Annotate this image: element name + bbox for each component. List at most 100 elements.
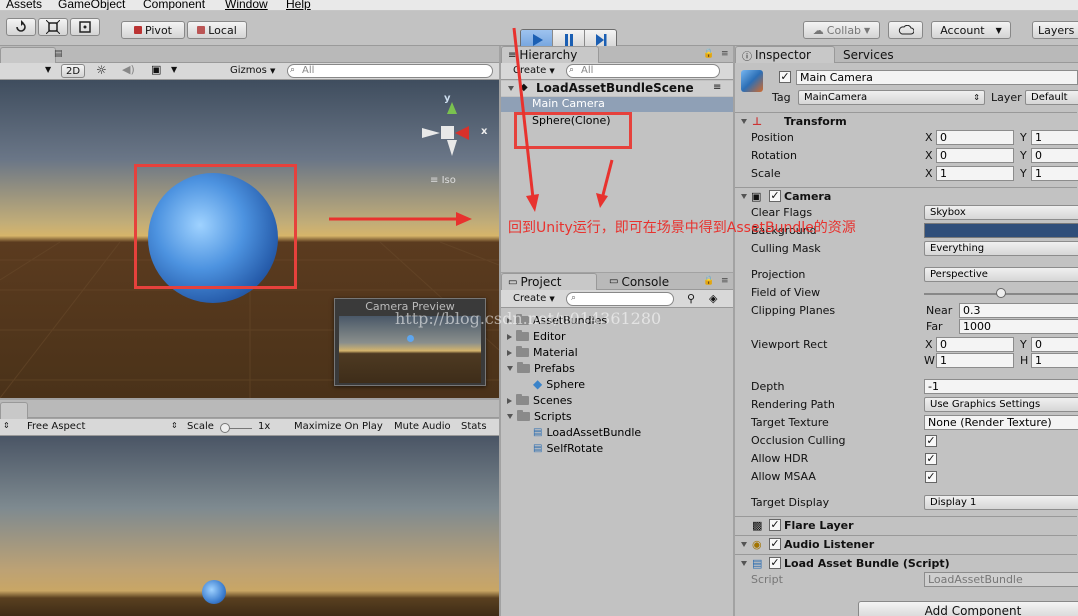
project-item-sphere-prefab[interactable]: ◆ Sphere (533, 377, 585, 392)
fov-slider-handle[interactable] (996, 288, 1006, 298)
project-create-dropdown[interactable]: Create ▼ (513, 293, 555, 304)
tab-scene[interactable] (0, 47, 56, 64)
tab-services[interactable]: Services (837, 46, 907, 63)
add-component-button[interactable]: Add Component (858, 601, 1078, 616)
target-texture-field[interactable]: None (Render Texture) (924, 415, 1078, 430)
local-button[interactable]: Local (187, 21, 247, 39)
transform-header[interactable]: ⊥ Transform (735, 112, 1077, 130)
lock-icon[interactable]: 🔒 (703, 49, 714, 59)
viewport-h-field[interactable]: 1 (1031, 353, 1078, 368)
collab-dropdown[interactable]: ☁ Collab ▼ (803, 21, 880, 39)
clear-flags-dropdown[interactable]: Skybox (924, 205, 1078, 220)
flare-layer-checkbox[interactable]: ✓ (769, 519, 781, 531)
2d-toggle[interactable]: 2D (61, 64, 85, 78)
project-search-input[interactable] (566, 292, 674, 306)
scale-x-field[interactable]: 1 (936, 166, 1014, 181)
rect-tool-button[interactable] (70, 18, 100, 36)
scene-menu-icon[interactable]: ≡ (713, 82, 721, 93)
aspect-dropdown-arrow[interactable]: ⇕ (171, 421, 178, 430)
rotate-tool-button[interactable] (6, 18, 36, 36)
scene-gizmo[interactable] (415, 94, 490, 164)
panel-menu-icon[interactable]: ≡ (721, 49, 729, 59)
project-item-scripts[interactable]: Scripts (507, 409, 572, 424)
script-enabled-checkbox[interactable]: ✓ (769, 557, 781, 569)
rotation-y-field[interactable]: 0 (1031, 148, 1078, 163)
project-item-prefabs[interactable]: Prefabs (507, 361, 575, 376)
script-component-header[interactable]: ▤ ✓ Load Asset Bundle (Script) (735, 554, 1077, 572)
iso-indicator[interactable]: ≡ Iso (430, 175, 456, 186)
scene-search-input[interactable]: All (287, 64, 493, 78)
scene-row[interactable]: ◆ LoadAssetBundleScene ≡ (501, 81, 733, 96)
aspect-dropdown[interactable]: Free Aspect (27, 421, 85, 432)
scale-tool-button[interactable] (38, 18, 68, 36)
hierarchy-item-main-camera[interactable]: Main Camera (501, 97, 733, 112)
tab-inspector[interactable]: ⓘ Inspector (735, 46, 835, 63)
menu-component[interactable]: Component (143, 0, 205, 10)
viewport-w-field[interactable]: 1 (936, 353, 1014, 368)
allow-msaa-checkbox[interactable]: ✓ (925, 471, 937, 483)
allow-hdr-checkbox[interactable]: ✓ (925, 453, 937, 465)
menu-window[interactable]: Window (225, 0, 268, 10)
project-item-scenes[interactable]: Scenes (507, 393, 572, 408)
pivot-button[interactable]: Pivot (121, 21, 185, 39)
audio-icon[interactable]: ◀) (122, 63, 135, 76)
project-item-selfrotate-script[interactable]: ▤ SelfRotate (533, 441, 603, 456)
position-y-field[interactable]: 1 (1031, 130, 1078, 145)
flare-layer-header[interactable]: ▩ ✓ Flare Layer (735, 516, 1077, 534)
gizmos-dropdown[interactable]: Gizmos ▼ (230, 65, 275, 76)
tab-game[interactable] (0, 402, 28, 419)
stats-toggle[interactable]: Stats (461, 421, 487, 432)
account-dropdown[interactable]: Account ▼ (931, 21, 1011, 39)
far-field[interactable]: 1000 (959, 319, 1078, 334)
viewport-x-field[interactable]: 0 (936, 337, 1014, 352)
tab-menu-icon[interactable]: ▤ (54, 49, 63, 59)
occlusion-culling-checkbox[interactable]: ✓ (925, 435, 937, 447)
target-display-dropdown[interactable]: Display 1 (924, 495, 1078, 510)
cloud-button[interactable] (888, 21, 923, 39)
game-viewport[interactable] (0, 436, 499, 616)
tab-hierarchy[interactable]: ≡ Hierarchy (501, 46, 599, 63)
menu-assets[interactable]: Assets (6, 0, 42, 10)
near-field[interactable]: 0.3 (959, 303, 1078, 318)
projection-dropdown[interactable]: Perspective (924, 267, 1078, 282)
viewport-y-field[interactable]: 0 (1031, 337, 1078, 352)
camera-header[interactable]: ▣ ✓ Camera (735, 187, 1077, 205)
project-item-loadassetbundle-script[interactable]: ▤ LoadAssetBundle (533, 425, 641, 440)
layers-dropdown[interactable]: Layers (1032, 21, 1078, 39)
layer-dropdown[interactable]: Default (1025, 90, 1078, 105)
filter-by-label-icon[interactable]: ◈ (709, 292, 717, 305)
menu-gameobject[interactable]: GameObject (58, 0, 125, 10)
tab-console[interactable]: ▭ Console (603, 273, 683, 290)
rendering-path-dropdown[interactable]: Use Graphics Settings (924, 397, 1078, 412)
background-color-field[interactable] (924, 223, 1078, 238)
panel-menu-icon[interactable]: ≡ (721, 276, 729, 286)
depth-field[interactable]: -1 (924, 379, 1078, 394)
lock-icon[interactable]: 🔒 (703, 276, 714, 286)
scale-slider-handle[interactable] (220, 423, 230, 433)
audio-listener-header[interactable]: ◉ ✓ Audio Listener (735, 535, 1077, 553)
position-x-field[interactable]: 0 (936, 130, 1014, 145)
mute-audio-toggle[interactable]: Mute Audio (394, 421, 451, 432)
camera-enabled-checkbox[interactable]: ✓ (769, 190, 781, 202)
culling-mask-dropdown[interactable]: Everything (924, 241, 1078, 256)
project-item-material[interactable]: Material (507, 345, 578, 360)
display-dropdown-arrow[interactable]: ⇕ (3, 421, 10, 430)
effects-icon[interactable]: ▣ (151, 63, 161, 76)
tag-dropdown[interactable]: MainCamera ⇕ (798, 90, 985, 105)
object-name-field[interactable]: Main Camera (796, 70, 1078, 85)
effects-dropdown-arrow[interactable]: ▼ (171, 65, 177, 74)
shading-dropdown-arrow[interactable]: ▼ (45, 65, 51, 74)
scale-y-field[interactable]: 1 (1031, 166, 1078, 181)
scene-viewport[interactable]: y x ≡ Iso Camera Preview (0, 80, 499, 398)
filter-by-type-icon[interactable]: ⚲ (687, 292, 695, 305)
audio-listener-checkbox[interactable]: ✓ (769, 538, 781, 550)
tab-project[interactable]: ▭ Project (501, 273, 597, 290)
active-checkbox[interactable]: ✓ (779, 71, 791, 83)
lighting-icon[interactable]: ☼ (96, 63, 107, 77)
project-item-editor[interactable]: Editor (507, 329, 566, 344)
hierarchy-search-input[interactable]: All (566, 64, 720, 78)
hierarchy-create-dropdown[interactable]: Create ▼ (513, 65, 555, 76)
menu-help[interactable]: Help (286, 0, 311, 10)
maximize-on-play-toggle[interactable]: Maximize On Play (294, 421, 383, 432)
rotation-x-field[interactable]: 0 (936, 148, 1014, 163)
